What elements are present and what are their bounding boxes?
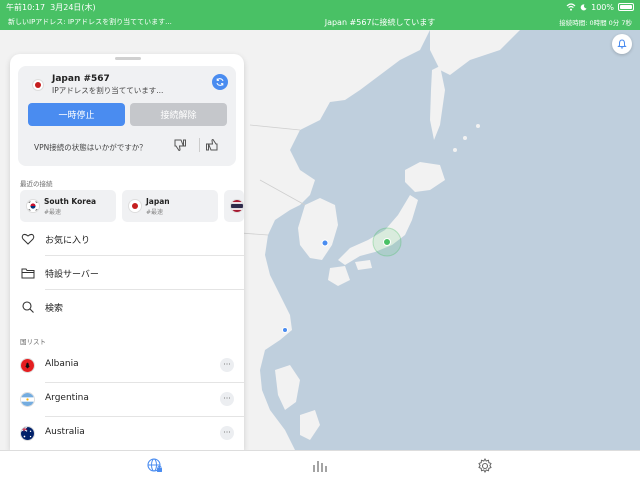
new-ip-text: 新しいIPアドレス: IPアドレスを割り当てています...	[8, 18, 172, 26]
connecting-title: Japan #567に接続しています	[324, 17, 436, 27]
recent-sub: #最速	[44, 209, 62, 216]
bell-icon	[617, 39, 627, 49]
menu-label: 検索	[45, 303, 64, 314]
pause-button[interactable]: 一時停止	[28, 103, 125, 126]
japan-flag-icon	[32, 79, 44, 91]
folder-icon	[21, 268, 35, 279]
server-name: Japan #567	[52, 74, 110, 84]
country-name: Australia	[45, 427, 85, 437]
connection-status: IPアドレスを割り当てています...	[52, 86, 164, 95]
recent-item-thailand[interactable]	[224, 190, 244, 222]
more-options-button[interactable]: ···	[220, 426, 234, 440]
thumbs-up-icon[interactable]	[204, 137, 220, 153]
menu-favorites[interactable]: お気に入り	[10, 222, 244, 256]
wifi-icon	[566, 3, 576, 11]
server-panel: Japan #567 IPアドレスを割り当てています... 一時停止 接続解除 …	[10, 54, 244, 450]
feedback-question: VPN接続の状態はいかがですか？	[34, 143, 147, 152]
japan-flag-icon	[128, 199, 142, 213]
menu-label: 特設サーバー	[45, 269, 99, 280]
moon-icon	[580, 3, 587, 10]
status-date: 3月24日(木)	[50, 2, 96, 12]
recent-section-label: 最近の接続	[20, 180, 53, 188]
country-item-australia[interactable]: Australia ···	[10, 416, 244, 450]
stats-bars-icon[interactable]	[311, 457, 329, 475]
australia-flag-icon	[20, 426, 35, 441]
battery-percent: 100%	[591, 2, 614, 12]
country-item-argentina[interactable]: Argentina ···	[10, 382, 244, 416]
connection-card: Japan #567 IPアドレスを割り当てています... 一時停止 接続解除 …	[18, 66, 236, 166]
south-korea-flag-icon	[26, 199, 40, 213]
heart-icon	[21, 233, 35, 245]
refresh-icon	[216, 78, 224, 86]
feedback-divider	[199, 138, 200, 152]
recent-item-japan[interactable]: Japan #最速	[122, 190, 218, 222]
connection-banner: 新しいIPアドレス: IPアドレスを割り当てています... Japan #567…	[0, 14, 640, 30]
menu-label: お気に入り	[45, 235, 91, 246]
menu-specialty-servers[interactable]: 特設サーバー	[10, 256, 244, 290]
country-item-albania[interactable]: Albania ···	[10, 348, 244, 382]
search-icon	[22, 301, 34, 313]
globe-lock-icon[interactable]	[146, 457, 164, 475]
refresh-button[interactable]	[212, 74, 228, 90]
argentina-flag-icon	[20, 392, 35, 407]
disconnect-button[interactable]: 接続解除	[130, 103, 227, 126]
status-bar: 午前10:17 3月24日(木) 100%	[0, 0, 640, 14]
country-list-label: 国リスト	[20, 338, 46, 346]
thailand-flag-icon	[230, 199, 244, 213]
battery-icon	[618, 3, 634, 11]
recent-name: Japan	[146, 197, 170, 206]
drag-handle[interactable]	[115, 57, 141, 60]
menu-search[interactable]: 検索	[10, 290, 244, 324]
recent-connections: South Korea #最速 Japan #最速	[20, 190, 244, 222]
connection-time: 接続時間: 0時間 0分 7秒	[559, 19, 632, 27]
country-name: Albania	[45, 359, 79, 369]
bottom-tab-bar	[0, 450, 640, 480]
recent-item-south-korea[interactable]: South Korea #最速	[20, 190, 116, 222]
thumbs-down-icon[interactable]	[172, 137, 188, 153]
status-time: 午前10:17	[6, 2, 46, 12]
country-name: Argentina	[45, 393, 89, 403]
more-options-button[interactable]: ···	[220, 392, 234, 406]
more-options-button[interactable]: ···	[220, 358, 234, 372]
recent-sub: #最速	[146, 209, 164, 216]
recent-name: South Korea	[44, 197, 97, 206]
albania-flag-icon	[20, 358, 35, 373]
gear-icon[interactable]	[476, 457, 494, 475]
notification-button[interactable]	[612, 34, 632, 54]
